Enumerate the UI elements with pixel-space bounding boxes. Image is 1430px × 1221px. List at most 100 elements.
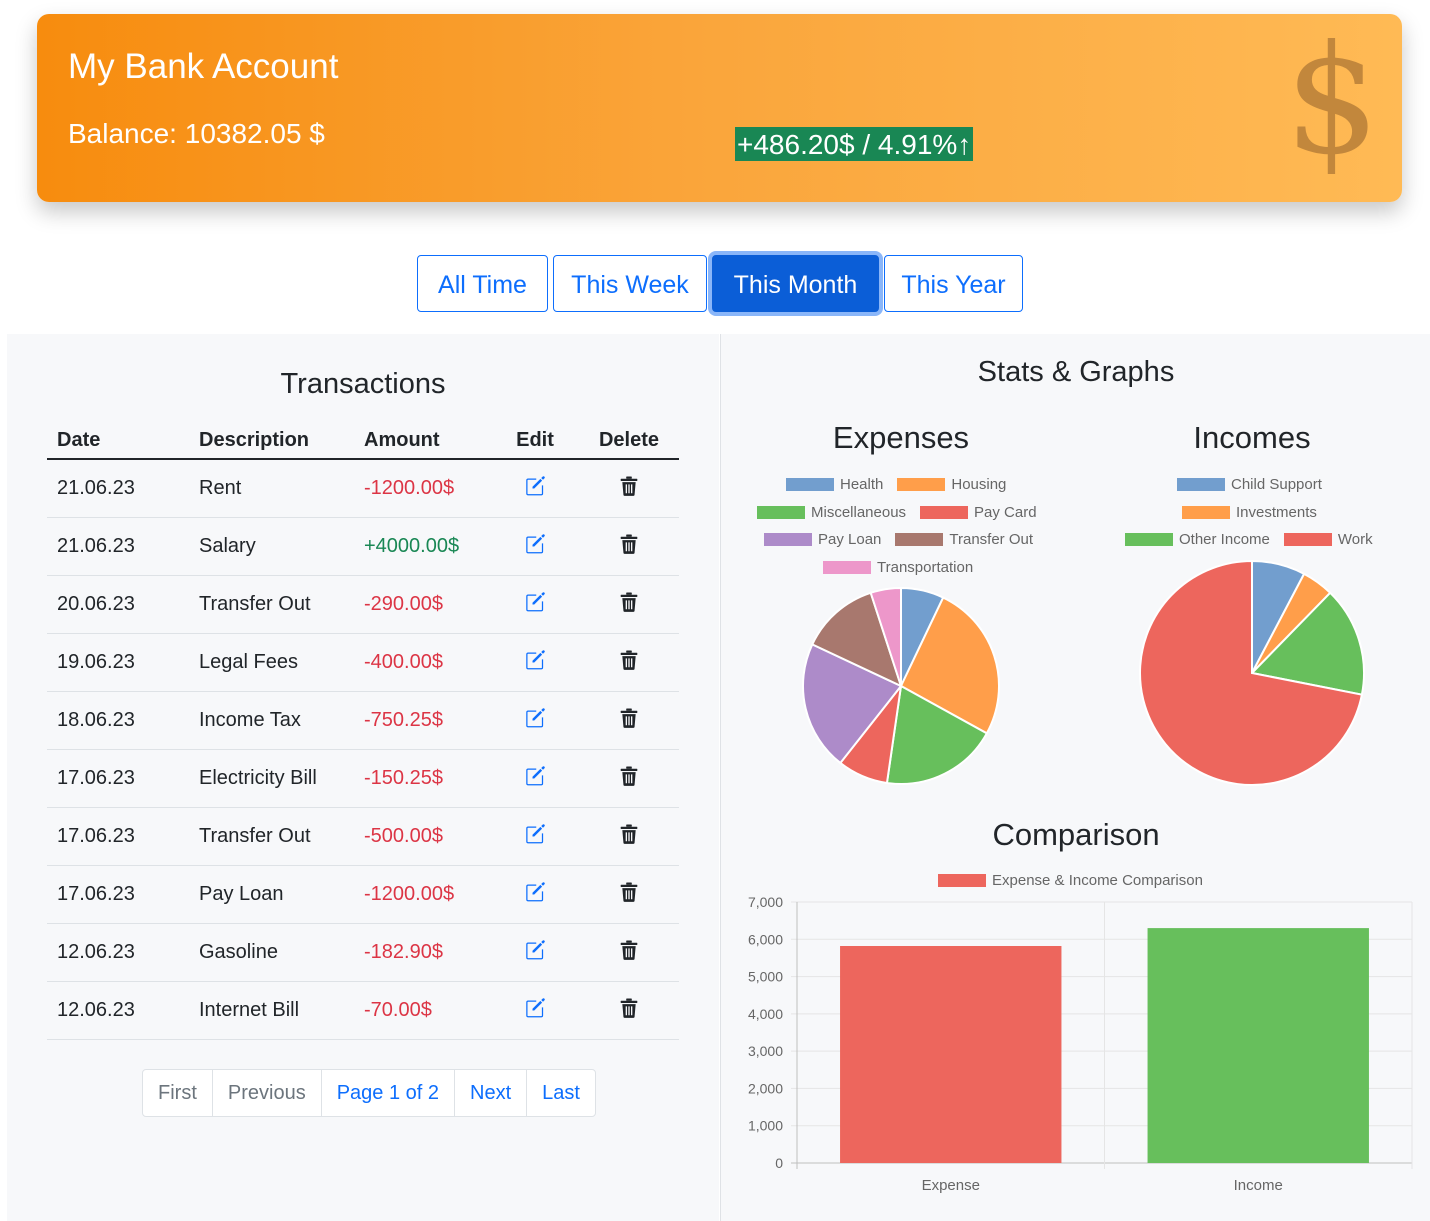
cell-delete [579,807,679,866]
trash-icon[interactable] [620,650,638,676]
cell-description: Pay Loan [189,865,354,924]
y-tick-label: 2,000 [748,1080,783,1096]
cell-description: Salary [189,517,354,576]
x-tick-label: Income [1234,1177,1283,1194]
cell-delete [579,517,679,576]
cell-date: 21.06.23 [47,517,189,576]
cell-edit [491,981,579,1040]
filter-this-year-button[interactable]: This Year [884,255,1023,312]
cell-date: 19.06.23 [47,633,189,692]
edit-icon[interactable] [525,939,545,966]
filter-this-week-button[interactable]: This Week [553,255,707,312]
y-tick-label: 7,000 [748,894,783,910]
edit-icon[interactable] [525,475,545,502]
cell-amount: +4000.00$ [354,517,491,576]
edit-icon[interactable] [525,765,545,792]
pagination-first[interactable]: First [143,1070,212,1116]
cell-edit [491,517,579,576]
cell-description: Transfer Out [189,575,354,634]
cell-edit [491,691,579,750]
table-row: 20.06.23 Transfer Out -290.00$ [47,575,679,634]
trash-icon[interactable] [620,998,638,1024]
trash-icon[interactable] [620,592,638,618]
pagination-current-page[interactable]: Page 1 of 2 [320,1070,454,1116]
trash-icon[interactable] [620,476,638,502]
account-title: My Bank Account [68,47,339,86]
trash-icon[interactable] [620,534,638,560]
cell-delete [579,633,679,692]
cell-amount: -290.00$ [354,575,491,634]
x-tick-label: Expense [922,1177,980,1194]
column-header-description: Description [189,422,354,460]
table-row: 17.06.23 Pay Loan -1200.00$ [47,865,679,924]
filter-this-month-button[interactable]: This Month [712,255,879,312]
cell-delete [579,459,679,518]
cell-date: 21.06.23 [47,459,189,518]
cell-delete [579,923,679,982]
edit-icon[interactable] [525,997,545,1024]
cell-date: 17.06.23 [47,807,189,866]
cell-delete [579,981,679,1040]
edit-icon[interactable] [525,823,545,850]
y-tick-label: 4,000 [748,1006,783,1022]
transactions-title: Transactions [280,368,446,400]
cell-amount: -182.90$ [354,923,491,982]
cell-date: 18.06.23 [47,691,189,750]
pagination-last[interactable]: Last [526,1070,595,1116]
edit-icon[interactable] [525,707,545,734]
dollar-icon: $ [1284,14,1380,188]
edit-icon[interactable] [525,649,545,676]
cell-edit [491,807,579,866]
cell-date: 12.06.23 [47,981,189,1040]
transactions-table: Date Description Amount Edit Delete 21.0… [47,422,679,1040]
cell-delete [579,865,679,924]
cell-description: Rent [189,459,354,518]
column-header-date: Date [47,422,189,460]
trash-icon[interactable] [620,824,638,850]
cell-date: 12.06.23 [47,923,189,982]
cell-description: Internet Bill [189,981,354,1040]
table-row: 21.06.23 Rent -1200.00$ [47,459,679,518]
pagination-next[interactable]: Next [454,1070,526,1116]
cell-edit [491,575,579,634]
cell-amount: -1200.00$ [354,459,491,518]
cell-amount: -750.25$ [354,691,491,750]
column-header-edit: Edit [491,422,579,460]
edit-icon[interactable] [525,591,545,618]
comparison-bar-chart: 0 1,000 2,000 3,000 4,000 5,000 6,000 7,000 Expe… [748,894,1413,1194]
cell-amount: -400.00$ [354,633,491,692]
table-row: 12.06.23 Internet Bill -70.00$ [47,981,679,1040]
table-header-row: Date Description Amount Edit Delete [47,422,679,460]
cell-edit [491,749,579,808]
cell-amount: -70.00$ [354,981,491,1040]
filter-all-time-button[interactable]: All Time [417,255,548,312]
period-filter-group: All Time This Week This Month This Year [0,255,1430,314]
trash-icon[interactable] [620,940,638,966]
cell-edit [491,923,579,982]
pagination-previous[interactable]: Previous [211,1070,321,1116]
cell-description: Transfer Out [189,807,354,866]
cell-description: Legal Fees [189,633,354,692]
bar-expense[interactable] [840,945,1062,1163]
cell-edit [491,865,579,924]
cell-date: 17.06.23 [47,749,189,808]
balance-change-badge: +486.20$ / 4.91%↑ [735,127,974,161]
trash-icon[interactable] [620,882,638,908]
trash-icon[interactable] [620,766,638,792]
column-header-amount: Amount [354,422,491,460]
stats-panel: Stats & Graphs Expenses Health Housing Mis… [720,334,1430,1221]
edit-icon[interactable] [525,881,545,908]
cell-edit [491,459,579,518]
cell-description: Income Tax [189,691,354,750]
y-tick-label: 6,000 [748,931,783,947]
edit-icon[interactable] [525,533,545,560]
transactions-panel: Transactions Date Description Amount Edi… [7,334,719,1221]
cell-amount: -150.25$ [354,749,491,808]
y-tick-label: 0 [775,1155,783,1171]
balance-text: Balance: 10382.05 $ [68,118,325,149]
cell-delete [579,749,679,808]
trash-icon[interactable] [620,708,638,734]
table-row: 17.06.23 Electricity Bill -150.25$ [47,749,679,808]
bar-income[interactable] [1147,928,1369,1163]
table-row: 17.06.23 Transfer Out -500.00$ [47,807,679,866]
